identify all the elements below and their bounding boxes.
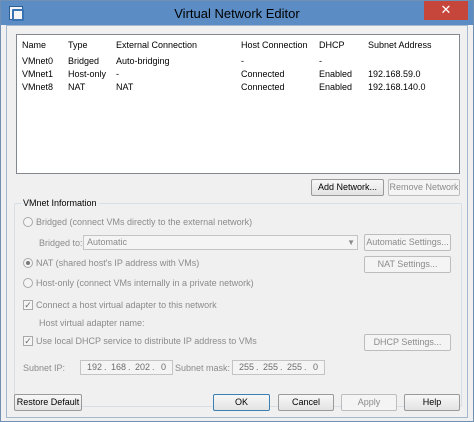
- nat-radio[interactable]: [23, 258, 33, 268]
- ip-octet: 192: [87, 362, 103, 372]
- cell-name: VMnet8: [22, 82, 54, 92]
- network-row-vmnet0[interactable]: VMnet0 Bridged Auto-bridging - -: [17, 55, 459, 68]
- bridged-to-select[interactable]: Automatic ▼: [83, 235, 358, 250]
- column-header-name[interactable]: Name: [22, 40, 46, 50]
- cell-external-connection: NAT: [116, 82, 134, 92]
- ok-button[interactable]: OK: [213, 394, 270, 411]
- column-header-subnet-address[interactable]: Subnet Address: [368, 40, 432, 50]
- column-header-type[interactable]: Type: [68, 40, 88, 50]
- cell-type: Bridged: [68, 56, 100, 66]
- ip-dot: .: [128, 362, 131, 372]
- cell-dhcp: -: [319, 56, 322, 66]
- window-title: Virtual Network Editor: [174, 6, 300, 21]
- add-network-button[interactable]: Add Network...: [311, 179, 384, 196]
- dhcp-label: Use local DHCP service to distribute IP …: [36, 336, 257, 346]
- subnet-mask-label: Subnet mask:: [175, 363, 231, 373]
- cell-name: VMnet1: [22, 69, 54, 79]
- ip-dot: .: [104, 362, 107, 372]
- cell-name: VMnet0: [22, 56, 54, 66]
- mask-octet: 255: [239, 362, 255, 372]
- automatic-settings-button[interactable]: Automatic Settings...: [364, 234, 451, 251]
- subnet-mask-input[interactable]: 255 . 255 . 255 . 0: [232, 360, 325, 375]
- cell-host-connection: -: [241, 56, 244, 66]
- cell-external-connection: Auto-bridging: [116, 56, 170, 66]
- network-row-vmnet1[interactable]: VMnet1 Host-only - Connected Enabled 192…: [17, 68, 459, 81]
- network-row-vmnet8[interactable]: VMnet8 NAT NAT Connected Enabled 192.168…: [17, 81, 459, 94]
- host-only-radio[interactable]: [23, 278, 33, 288]
- mask-dot: .: [280, 362, 283, 372]
- cell-subnet-address: 192.168.59.0: [368, 69, 421, 79]
- subnet-ip-input[interactable]: 192 . 168 . 202 . 0: [80, 360, 173, 375]
- ip-dot: .: [152, 362, 155, 372]
- help-button[interactable]: Help: [404, 394, 460, 411]
- cell-type: Host-only: [68, 69, 107, 79]
- virtual-network-editor-window: Virtual Network Editor ✕ Name Type Exter…: [0, 0, 474, 422]
- bridged-to-label: Bridged to:: [39, 238, 83, 248]
- column-header-external-connection[interactable]: External Connection: [116, 40, 197, 50]
- restore-default-button[interactable]: Restore Default: [14, 394, 82, 411]
- network-list[interactable]: Name Type External Connection Host Conne…: [16, 34, 460, 174]
- connect-adapter-label: Connect a host virtual adapter to this n…: [36, 300, 217, 310]
- chevron-down-icon: ▼: [347, 238, 355, 247]
- cancel-button[interactable]: Cancel: [278, 394, 334, 411]
- connect-adapter-checkbox[interactable]: ✓: [23, 300, 33, 310]
- cell-host-connection: Connected: [241, 82, 285, 92]
- bridged-to-value: Automatic: [87, 237, 128, 247]
- vmnet-information-group: VMnet Information Bridged (connect VMs d…: [14, 198, 462, 407]
- cell-type: NAT: [68, 82, 86, 92]
- adapter-name-label: Host virtual adapter name:: [39, 318, 145, 328]
- list-header: Name Type External Connection Host Conne…: [17, 39, 459, 52]
- dhcp-settings-button[interactable]: DHCP Settings...: [364, 334, 451, 351]
- dhcp-checkbox[interactable]: ✓: [23, 336, 33, 346]
- nat-label: NAT (shared host's IP address with VMs): [36, 258, 200, 268]
- bridged-radio[interactable]: [23, 217, 33, 227]
- group-title: VMnet Information: [21, 198, 99, 208]
- title-bar[interactable]: Virtual Network Editor ✕: [1, 1, 473, 25]
- cell-dhcp: Enabled: [319, 69, 353, 79]
- ip-octet: 202: [135, 362, 151, 372]
- mask-octet: 0: [313, 362, 319, 372]
- mask-octet: 255: [263, 362, 279, 372]
- column-header-dhcp[interactable]: DHCP: [319, 40, 345, 50]
- cell-dhcp: Enabled: [319, 82, 353, 92]
- dialog-content: Name Type External Connection Host Conne…: [6, 25, 468, 418]
- bridged-label: Bridged (connect VMs directly to the ext…: [36, 217, 253, 227]
- cell-host-connection: Connected: [241, 69, 285, 79]
- mask-dot: .: [304, 362, 307, 372]
- mask-octet: 255: [287, 362, 303, 372]
- ip-octet: 0: [161, 362, 167, 372]
- cell-external-connection: -: [116, 69, 119, 79]
- ip-octet: 168: [111, 362, 127, 372]
- subnet-ip-label: Subnet IP:: [23, 363, 66, 373]
- remove-network-button[interactable]: Remove Network: [388, 179, 460, 196]
- host-only-label: Host-only (connect VMs internally in a p…: [36, 278, 254, 288]
- close-button[interactable]: ✕: [424, 1, 468, 20]
- column-header-host-connection[interactable]: Host Connection: [241, 40, 308, 50]
- cell-subnet-address: 192.168.140.0: [368, 82, 426, 92]
- nat-settings-button[interactable]: NAT Settings...: [364, 256, 451, 273]
- apply-button[interactable]: Apply: [341, 394, 397, 411]
- mask-dot: .: [256, 362, 259, 372]
